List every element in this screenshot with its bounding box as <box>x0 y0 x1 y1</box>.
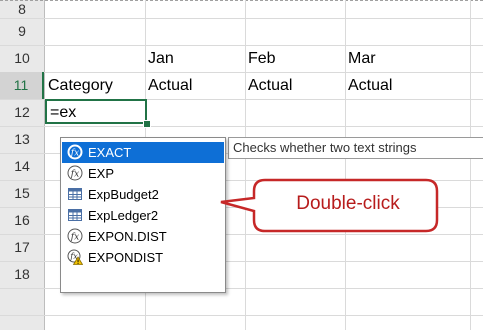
callout-bubble <box>220 178 439 233</box>
callout-label: Double-click <box>296 193 400 214</box>
